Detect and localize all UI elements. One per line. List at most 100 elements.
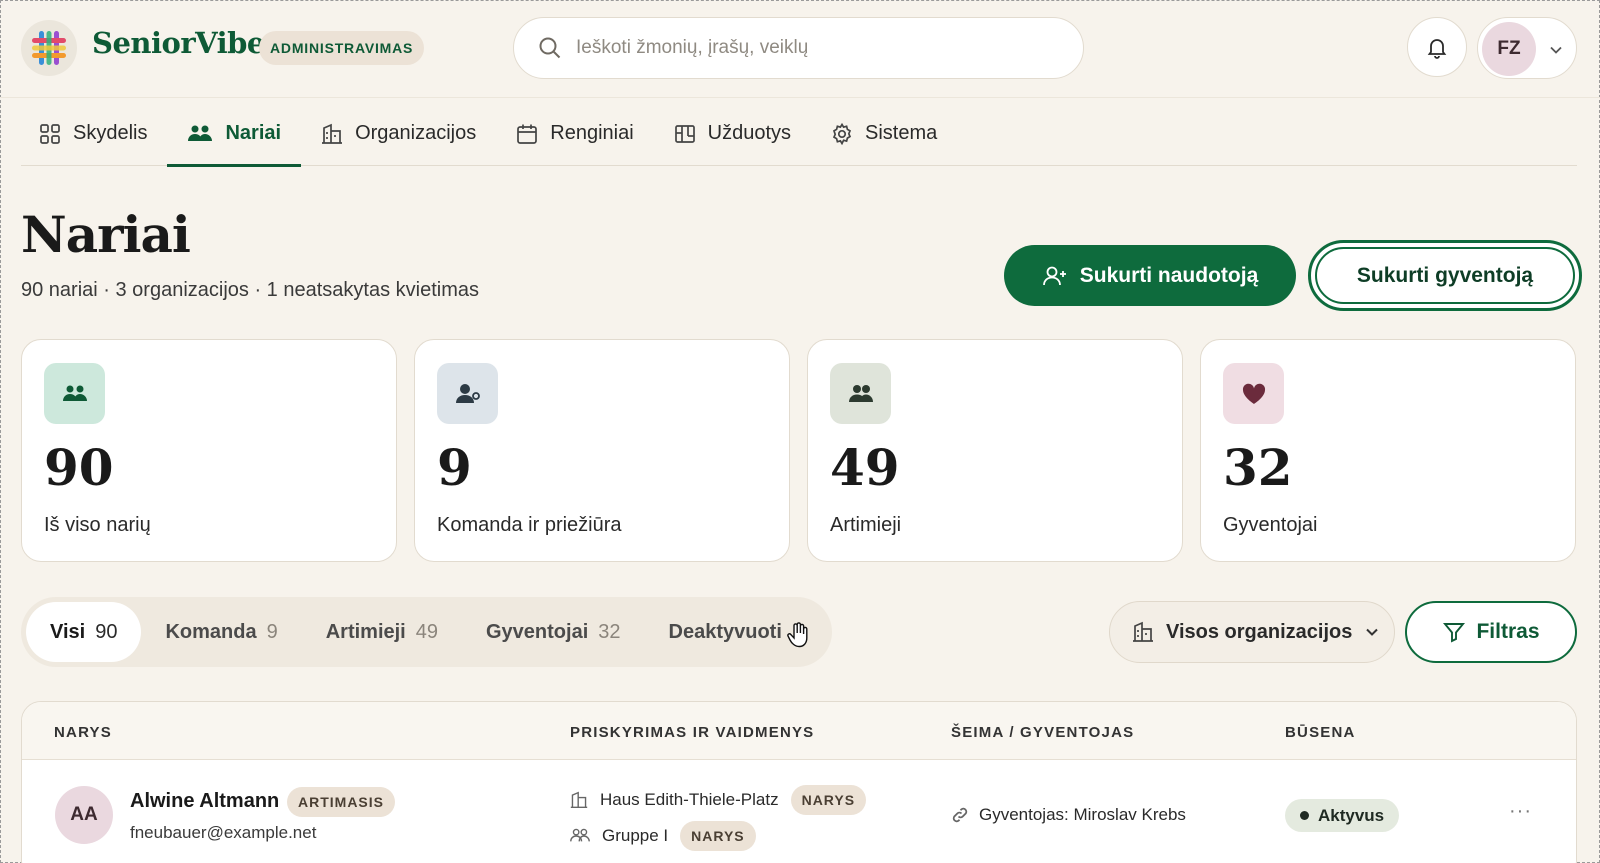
tab-count: 9: [266, 620, 278, 643]
nav-label: Nariai: [225, 122, 282, 144]
stat-icon-bg: [437, 363, 498, 424]
calendar-icon: [517, 124, 538, 144]
heart-icon: [1242, 383, 1265, 404]
tab-komanda[interactable]: Komanda 9: [141, 602, 301, 662]
logo[interactable]: [21, 20, 77, 76]
assignment-role-badge: NARYS: [680, 821, 756, 851]
top-header: SeniorVibe ADMINISTRAVIMAS FZ: [0, 0, 1600, 98]
row-more-button[interactable]: ···: [1509, 800, 1532, 823]
status-text: Aktyvus: [1318, 805, 1385, 825]
notifications-button[interactable]: [1407, 17, 1467, 77]
admin-badge: ADMINISTRAVIMAS: [259, 31, 425, 65]
stat-value: 90: [44, 438, 114, 497]
building-icon: [570, 791, 588, 809]
member-filter-tabs: Visi 90 Komanda 9 Artimieji 49 Gyventoja…: [21, 597, 832, 667]
organization-select-value: Visos organizacijos: [1166, 620, 1353, 643]
search-box[interactable]: [513, 17, 1084, 79]
building-icon: [1133, 621, 1153, 642]
member-email: fneubauer@example.net: [130, 823, 317, 842]
create-resident-button[interactable]: Sukurti gyventoją: [1308, 240, 1582, 311]
status-dot: [1300, 811, 1309, 820]
nav-item-nariai[interactable]: Nariai: [167, 101, 301, 167]
tab-count: 49: [415, 620, 438, 643]
nav-item-renginiai[interactable]: Renginiai: [496, 101, 653, 166]
tab-label: Komanda: [165, 620, 257, 643]
stat-icon-bg: [1223, 363, 1284, 424]
table-header: NARYS PRISKYRIMAS IR VAIDMENYS ŠEIMA / G…: [22, 702, 1576, 760]
bell-icon: [1427, 39, 1447, 59]
nav-item-organizacijos[interactable]: Organizacijos: [301, 101, 496, 166]
stat-label: Gyventojai: [1223, 514, 1318, 536]
users-icon: [188, 125, 213, 141]
member-role-badge: ARTIMASIS: [287, 787, 395, 817]
tab-visi[interactable]: Visi 90: [26, 602, 142, 662]
users-icon: [62, 385, 87, 401]
stat-label: Artimieji: [830, 514, 902, 536]
chevron-down-icon: [1366, 628, 1379, 636]
nav-label: Renginiai: [550, 122, 634, 144]
column-header-assignment[interactable]: PRISKYRIMAS IR VAIDMENYS: [570, 724, 814, 741]
user-gear-icon: [455, 383, 480, 403]
stat-value: 9: [437, 438, 472, 497]
filter-label: Filtras: [1476, 620, 1540, 643]
page-title: Nariai: [21, 205, 191, 264]
hand-cursor-icon: [787, 622, 808, 648]
tab-deaktyvuoti[interactable]: Deaktyvuoti: [645, 602, 806, 662]
filter-button[interactable]: Filtras: [1405, 601, 1577, 663]
tab-count: 32: [598, 620, 621, 643]
tab-label: Gyventojai: [486, 620, 589, 643]
nav-label: Sistema: [865, 122, 938, 144]
brand-name[interactable]: SeniorVibe: [92, 26, 265, 60]
page-subtitle: 90 nariai · 3 organizacijos · 1 neatsaky…: [21, 279, 479, 301]
tab-count: 90: [95, 620, 118, 643]
nav-item-skydelis[interactable]: Skydelis: [21, 101, 167, 166]
create-user-button[interactable]: Sukurti naudotoją: [1004, 245, 1296, 306]
stat-value: 49: [830, 438, 900, 497]
members-table: NARYS PRISKYRIMAS IR VAIDMENYS ŠEIMA / G…: [21, 701, 1577, 863]
user-menu[interactable]: FZ: [1477, 17, 1577, 79]
stat-icon-bg: [830, 363, 891, 424]
user-group-icon: [848, 384, 873, 402]
building-icon: [322, 123, 343, 144]
column-header-family[interactable]: ŠEIMA / GYVENTOJAS: [951, 724, 1134, 741]
stat-card-team: 9 Komanda ir priežiūra: [414, 339, 790, 562]
column-header-member[interactable]: NARYS: [54, 724, 112, 741]
assignment-item: Gruppe I NARYS: [570, 821, 756, 851]
tab-label: Artimieji: [325, 620, 406, 643]
stat-card-total: 90 Iš viso narių: [21, 339, 397, 562]
family-link[interactable]: Gyventojas: Miroslav Krebs: [951, 805, 1186, 825]
user-plus-icon: [1042, 266, 1066, 285]
create-resident-label: Sukurti gyventoją: [1315, 247, 1575, 304]
nav-label: Užduotys: [707, 122, 792, 144]
tab-label: Deaktyvuoti: [668, 620, 782, 643]
organization-select[interactable]: Visos organizacijos: [1109, 601, 1395, 663]
family-text: Gyventojas: Miroslav Krebs: [979, 805, 1186, 824]
stat-card-relatives: 49 Artimieji: [807, 339, 1183, 562]
chevron-down-icon: [1550, 46, 1562, 54]
tab-label: Visi: [50, 620, 86, 643]
tab-gyventojai[interactable]: Gyventojai 32: [462, 602, 645, 662]
avatar: AA: [55, 786, 113, 844]
gear-icon: [832, 122, 852, 145]
filter-icon: [1443, 623, 1466, 643]
assignment-item: Haus Edith-Thiele-Platz NARYS: [570, 785, 867, 815]
table-row[interactable]: AA Alwine Altmann ARTIMASIS fneubauer@ex…: [22, 760, 1576, 863]
assignment-role-badge: NARYS: [790, 785, 867, 815]
search-input[interactable]: [576, 37, 1056, 59]
nav-item-sistema[interactable]: Sistema: [811, 101, 957, 166]
main-nav: Skydelis Nariai Organizacijos Renginiai …: [21, 101, 1577, 167]
column-header-status[interactable]: BŪSENA: [1285, 724, 1356, 741]
nav-label: Organizacijos: [355, 122, 477, 144]
create-user-label: Sukurti naudotoją: [1079, 263, 1259, 287]
link-icon: [952, 807, 968, 823]
stat-icon-bg: [44, 363, 105, 424]
member-name[interactable]: Alwine Altmann: [130, 790, 279, 813]
assignment-group-name[interactable]: Gruppe I: [602, 826, 668, 846]
stat-value: 32: [1223, 438, 1293, 497]
assignment-org-name[interactable]: Haus Edith-Thiele-Platz: [600, 790, 779, 810]
nav-item-uzduotys[interactable]: Užduotys: [654, 101, 811, 166]
tab-artimieji[interactable]: Artimieji 49: [302, 602, 462, 662]
status-badge: Aktyvus: [1285, 799, 1400, 832]
search-icon: [539, 37, 561, 59]
grid-icon: [40, 123, 60, 144]
